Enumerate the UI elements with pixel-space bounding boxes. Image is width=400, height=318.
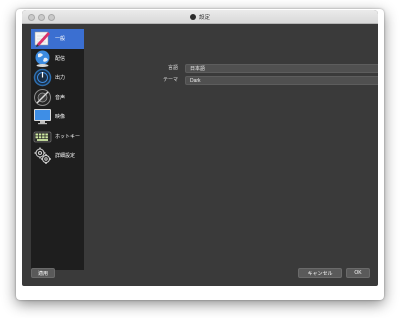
language-row: 言語 日本語 — [84, 64, 378, 73]
settings-window: 設定 一般 配信 出力 音声 映像 ホットキー 詳細設定 言語 日本語 テーマ … — [22, 10, 378, 286]
theme-select-value: Dark — [190, 78, 201, 84]
output-gauge-icon — [33, 69, 52, 87]
sidebar-item-label: 映像 — [55, 114, 66, 121]
sidebar-item-label: 一般 — [55, 36, 66, 43]
sidebar-item-advanced[interactable]: 詳細設定 — [31, 146, 84, 166]
obs-app-icon — [189, 14, 196, 20]
language-select[interactable]: 日本語 — [185, 64, 378, 73]
sidebar-item-label: 音声 — [55, 94, 66, 101]
sidebar-item-label: 詳細設定 — [55, 153, 76, 160]
sidebar-item-output[interactable]: 出力 — [31, 68, 84, 88]
sidebar-item-video[interactable]: 映像 — [31, 107, 84, 127]
audio-speaker-icon — [34, 88, 51, 106]
theme-label: テーマ — [162, 77, 178, 83]
globe-icon — [35, 50, 50, 67]
window-title: 設定 — [198, 15, 210, 21]
sidebar-item-label: ホットキー — [55, 133, 81, 140]
language-select-value: 日本語 — [190, 66, 206, 72]
sidebar-item-general[interactable]: 一般 — [31, 29, 84, 49]
sidebar-item-label: 出力 — [55, 75, 66, 82]
settings-sidebar: 一般 配信 出力 音声 映像 ホットキー 詳細設定 — [31, 29, 84, 270]
pen-paper-icon — [34, 32, 50, 48]
theme-row: テーマ Dark — [84, 76, 378, 85]
gears-icon — [34, 147, 51, 165]
apply-button[interactable]: 適用 — [31, 268, 55, 278]
ok-button[interactable]: OK — [346, 268, 370, 278]
sidebar-item-hotkeys[interactable]: ホットキー — [31, 127, 84, 147]
sidebar-item-label: 配信 — [55, 55, 66, 62]
theme-select[interactable]: Dark — [185, 76, 378, 85]
language-label: 言語 — [167, 65, 178, 71]
monitor-icon — [34, 109, 51, 125]
cancel-button[interactable]: キャンセル — [298, 268, 342, 278]
sidebar-item-audio[interactable]: 音声 — [31, 88, 84, 108]
sidebar-item-stream[interactable]: 配信 — [31, 49, 84, 69]
title-bar: 設定 — [22, 10, 378, 24]
general-settings-panel: 言語 日本語 テーマ Dark — [84, 29, 378, 270]
keyboard-icon — [33, 131, 52, 142]
